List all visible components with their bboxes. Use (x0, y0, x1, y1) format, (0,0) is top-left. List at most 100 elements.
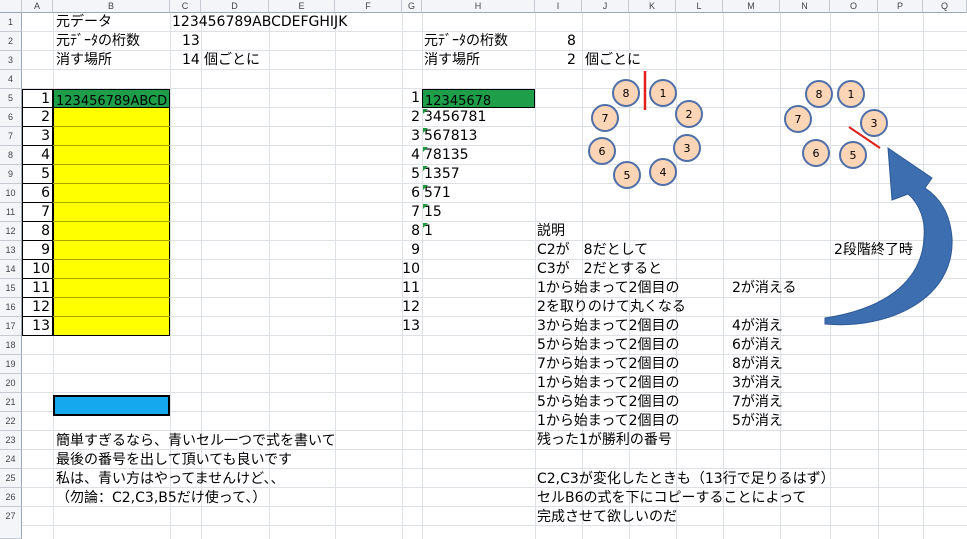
cell-G6[interactable]: 2 (402, 108, 420, 127)
explanation-note[interactable]: C2,C3が変化したときも（13行で足りるはず） (537, 470, 835, 489)
explanation-note[interactable]: 完成させて欲しいのだ (537, 508, 677, 527)
explanation-line[interactable]: 残った1が勝利の番号 (537, 431, 672, 450)
cell-A6[interactable]: 2 (22, 108, 53, 127)
cell-H8[interactable]: 78135 (424, 146, 469, 165)
explanation-result[interactable]: 3が消え (732, 374, 783, 393)
cell-B11[interactable] (53, 203, 170, 222)
cell-H5[interactable]: 12345678 (422, 89, 535, 109)
cell-B15[interactable] (53, 279, 170, 298)
cell-H6[interactable]: 3456781 (424, 108, 486, 127)
col-header-D[interactable]: D (201, 0, 269, 13)
row-header[interactable]: 1 (0, 13, 22, 32)
row-header[interactable]: 15 (0, 279, 22, 298)
node-3-circle[interactable]: 3 (860, 109, 888, 137)
cell-A7[interactable]: 3 (22, 127, 53, 146)
cell-C1[interactable]: 123456789ABCDEFGHIJK (172, 13, 347, 32)
explanation-line[interactable]: 5から始まって2個目の (537, 393, 680, 412)
row-header[interactable]: 17 (0, 317, 22, 336)
cell-B13[interactable] (53, 241, 170, 260)
row-header[interactable]: 11 (0, 203, 22, 222)
cell-B16[interactable] (53, 298, 170, 317)
cell-B9[interactable] (53, 165, 170, 184)
node-8-circle[interactable]: 8 (612, 79, 640, 107)
explanation-line[interactable]: 3から始まって2個目の (537, 317, 680, 336)
col-header-I[interactable]: I (535, 0, 582, 13)
node-3-circle[interactable]: 3 (673, 134, 701, 162)
col-header-F[interactable]: F (335, 0, 402, 13)
cell-B8[interactable] (53, 146, 170, 165)
col-header-M[interactable]: M (723, 0, 780, 13)
cell-C3[interactable]: 14 (182, 51, 200, 70)
explanation-result[interactable]: 6が消え (732, 336, 783, 355)
cell-A15[interactable]: 11 (22, 279, 53, 298)
cell-B6[interactable] (53, 108, 170, 127)
row-header[interactable]: 4 (0, 70, 22, 89)
cell-G10[interactable]: 6 (402, 184, 420, 203)
cell-H3[interactable]: 消す場所 (424, 51, 480, 70)
row-header[interactable]: 8 (0, 146, 22, 165)
cell-A9[interactable]: 5 (22, 165, 53, 184)
row-header[interactable]: 7 (0, 127, 22, 146)
explanation-result[interactable]: 2が消える (732, 279, 797, 298)
cell-B21-blue[interactable] (53, 395, 170, 416)
node-2-circle[interactable]: 2 (675, 100, 703, 128)
cell-G11[interactable]: 7 (402, 203, 420, 222)
col-header-C[interactable]: C (170, 0, 201, 13)
cell-B12[interactable] (53, 222, 170, 241)
cell-I3[interactable]: 2 (567, 51, 576, 70)
cell-G5[interactable]: 1 (402, 89, 420, 108)
col-header-B[interactable]: B (53, 0, 170, 13)
row-header[interactable]: 20 (0, 374, 22, 393)
row-header[interactable]: 6 (0, 108, 22, 127)
explanation-line[interactable]: C2が 8だとして (537, 241, 648, 260)
note-line-26[interactable]: （勿論：C2,C3,B5だけ使って、） (56, 489, 266, 508)
cell-A17[interactable]: 13 (22, 317, 53, 336)
cell-G17[interactable]: 13 (395, 317, 420, 336)
cell-A14[interactable]: 10 (22, 260, 53, 279)
row-header[interactable]: 19 (0, 355, 22, 374)
cell-B1[interactable]: 元データ (56, 13, 112, 32)
cell-G13[interactable]: 9 (395, 241, 420, 260)
cell-I2[interactable]: 8 (567, 32, 576, 51)
explanation-line[interactable]: 1から始まって2個目の (537, 374, 680, 393)
node-1-circle[interactable]: 1 (837, 80, 865, 108)
col-header-O[interactable]: O (830, 0, 878, 13)
node-7-circle[interactable]: 7 (784, 105, 812, 133)
cell-G12[interactable]: 8 (402, 222, 420, 241)
cell-A8[interactable]: 4 (22, 146, 53, 165)
col-header-P[interactable]: P (878, 0, 923, 13)
cell-G16[interactable]: 12 (395, 298, 420, 317)
cell-B10[interactable] (53, 184, 170, 203)
node-7-circle[interactable]: 7 (591, 104, 619, 132)
explanation-line[interactable]: 7から始まって2個目の (537, 355, 680, 374)
cell-G14[interactable]: 10 (395, 260, 420, 279)
cell-A13[interactable]: 9 (22, 241, 53, 260)
cell-G7[interactable]: 3 (402, 127, 420, 146)
col-header-J[interactable]: J (582, 0, 629, 13)
cell-G15[interactable]: 11 (395, 279, 420, 298)
row-header[interactable]: 9 (0, 165, 22, 184)
cell-A5[interactable]: 1 (22, 89, 53, 108)
node-8-circle[interactable]: 8 (805, 80, 833, 108)
row-header[interactable]: 2 (0, 32, 22, 51)
node-6-circle[interactable]: 6 (588, 137, 616, 165)
cell-D3[interactable]: 個ごとに (204, 51, 260, 70)
row-header[interactable]: 10 (0, 184, 22, 203)
row-header[interactable]: 18 (0, 336, 22, 355)
col-header-A[interactable]: A (22, 0, 53, 13)
node-5-circle[interactable]: 5 (613, 161, 641, 189)
col-header-H[interactable]: H (422, 0, 535, 13)
explanation-line[interactable]: 1から始まって2個目の (537, 412, 680, 431)
node-1-circle[interactable]: 1 (649, 79, 677, 107)
cell-H7[interactable]: 567813 (424, 127, 477, 146)
explanation-result[interactable]: 4が消え (732, 317, 783, 336)
cell-A11[interactable]: 7 (22, 203, 53, 222)
select-all-corner[interactable] (0, 0, 22, 13)
row-header[interactable]: 24 (0, 450, 22, 469)
row-header[interactable]: 14 (0, 260, 22, 279)
explanation-result[interactable]: 7が消え (732, 393, 783, 412)
note-line-24[interactable]: 最後の番号を出して頂いても良いです (56, 451, 292, 470)
cell-G9[interactable]: 5 (402, 165, 420, 184)
col-header-N[interactable]: N (780, 0, 830, 13)
col-header-K[interactable]: K (629, 0, 676, 13)
